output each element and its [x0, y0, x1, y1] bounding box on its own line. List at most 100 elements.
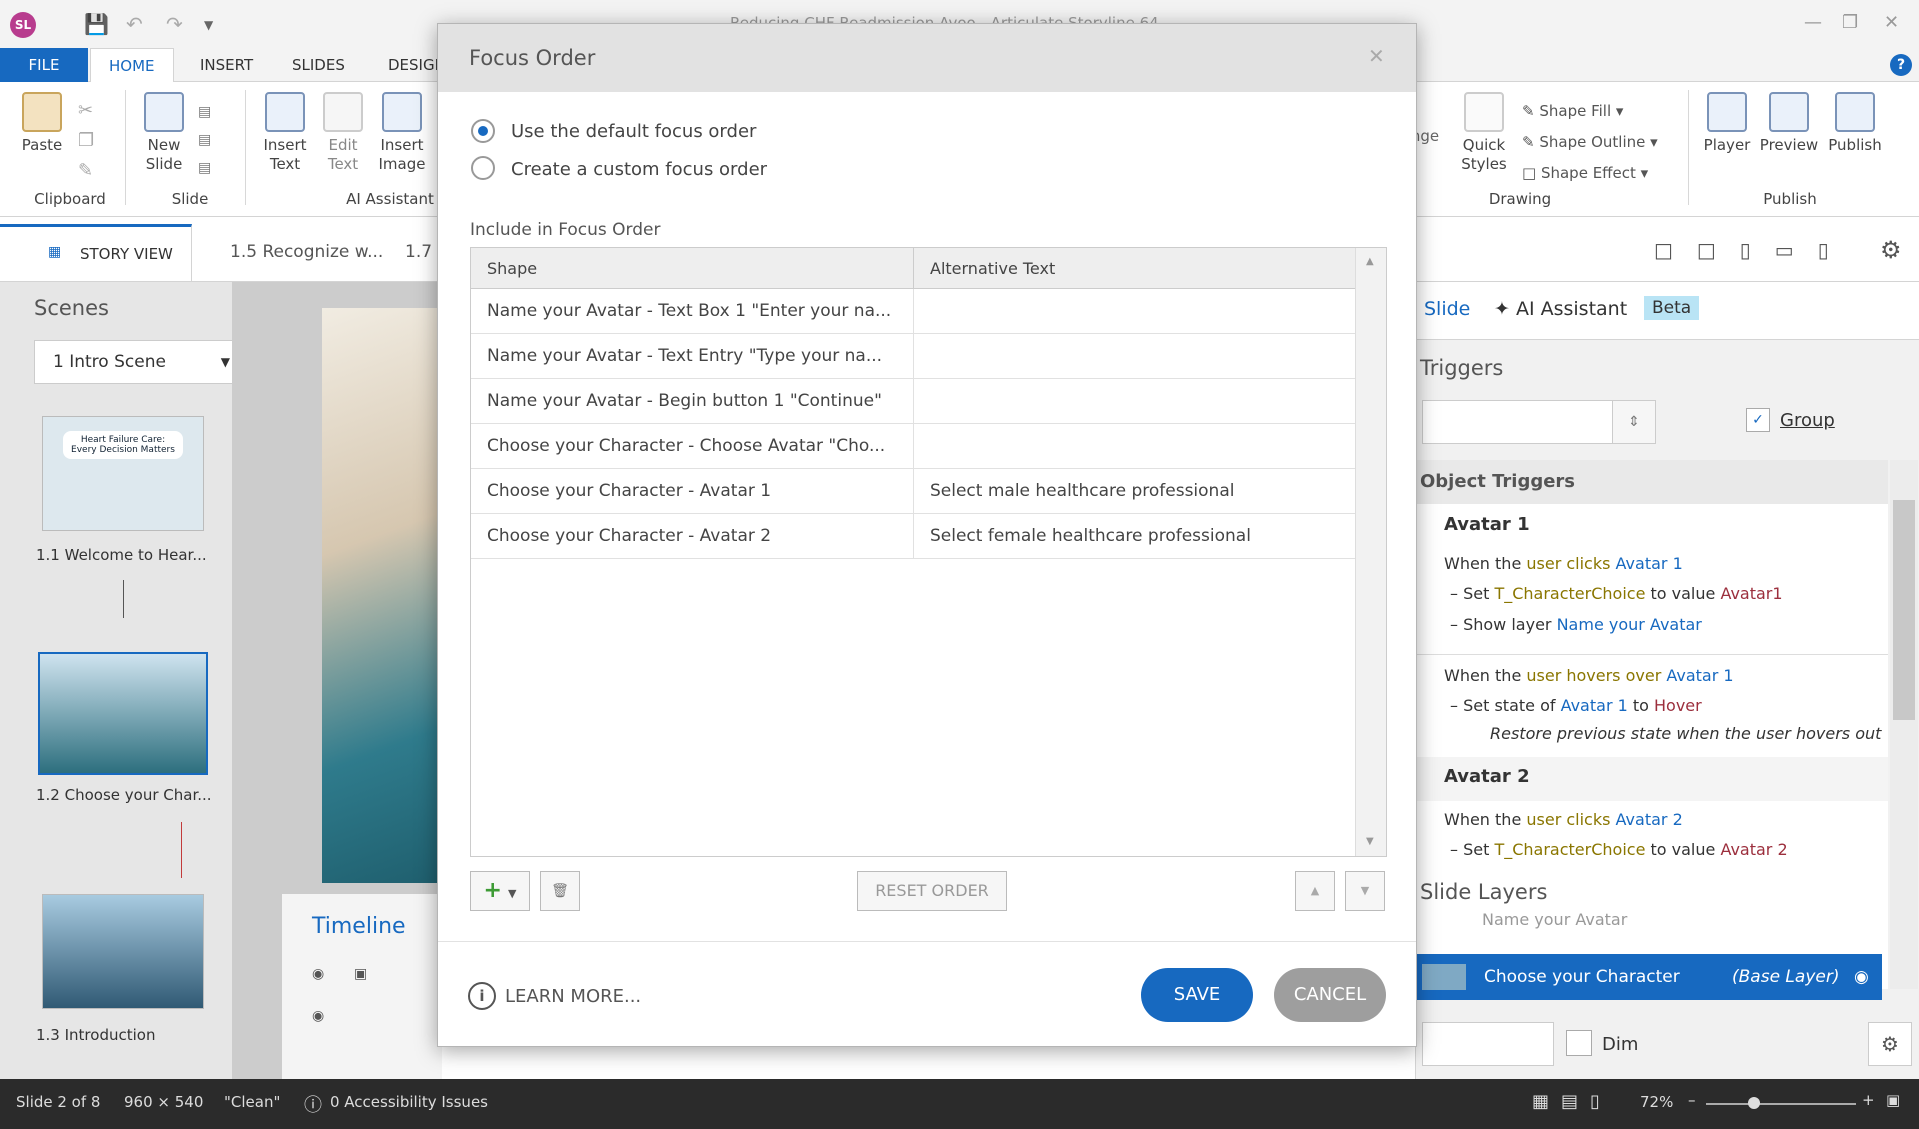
add-item-button[interactable]: + ▼ — [470, 871, 530, 911]
shape-effect-button[interactable]: □ Shape Effect ▾ — [1522, 158, 1658, 189]
fit-window-icon[interactable]: ▣ — [1886, 1091, 1900, 1109]
alt-text-cell[interactable]: Select female healthcare professional — [914, 514, 1355, 559]
slide-label[interactable]: 1.2 Choose your Char... — [36, 786, 212, 804]
tab-insert[interactable]: INSERT — [182, 48, 271, 82]
trigger-action[interactable]: – Show layer Name your Avatar — [1450, 615, 1702, 634]
custom-order-radio[interactable] — [471, 156, 495, 180]
breadcrumb-slide-1-5[interactable]: 1.5 Recognize w... — [230, 242, 383, 262]
group-checkbox[interactable]: ✓ — [1746, 408, 1770, 432]
table-row[interactable]: Name your Avatar - Text Box 1 "Enter you… — [471, 289, 1355, 334]
alt-text-cell[interactable] — [914, 334, 1355, 379]
save-button[interactable]: SAVE — [1141, 968, 1253, 1022]
trigger-group-avatar2[interactable]: Avatar 2 — [1444, 766, 1530, 787]
tab-home[interactable]: HOME — [90, 48, 174, 83]
accessibility-issues[interactable]: 0 Accessibility Issues — [330, 1093, 488, 1111]
table-row[interactable]: Name your Avatar - Text Entry "Type your… — [471, 334, 1355, 379]
alt-text-cell[interactable]: Select male healthcare professional — [914, 469, 1355, 514]
custom-order-label[interactable]: Create a custom focus order — [511, 159, 767, 180]
dim-checkbox[interactable] — [1566, 1030, 1592, 1056]
trash-icon[interactable]: 🗑 — [540, 871, 580, 911]
table-row[interactable]: Choose your Character - Choose Avatar "C… — [471, 424, 1355, 469]
trigger-item[interactable]: When the user clicks Avatar 1 — [1444, 554, 1683, 573]
view-mode-icons[interactable]: ▦▤▯ — [1532, 1091, 1612, 1112]
table-row[interactable]: Choose your Character - Avatar 1 Select m… — [471, 469, 1355, 514]
trigger-item[interactable]: When the user hovers over Avatar 1 — [1444, 666, 1734, 685]
slide-thumbnail-selected[interactable] — [38, 652, 208, 775]
layer-item[interactable]: Name your Avatar — [1422, 910, 1888, 932]
eye-icon[interactable]: ◉ — [1854, 954, 1869, 1000]
tab-file[interactable]: FILE — [0, 48, 88, 82]
device-preview-icons[interactable]: □□▯▭▯ — [1654, 238, 1853, 262]
triggers-scrollbar[interactable] — [1890, 460, 1918, 989]
eye-icon[interactable]: ◉ — [312, 966, 324, 982]
cut-copy-icons[interactable]: ✂ ❐ ✎ — [78, 96, 94, 186]
paste-button[interactable]: Paste — [12, 92, 72, 155]
table-scrollbar[interactable]: ▲ ▼ — [1355, 248, 1386, 856]
redo-icon[interactable]: ↷ — [166, 12, 183, 36]
slide-label[interactable]: 1.3 Introduction — [36, 1026, 155, 1044]
customize-qat-icon[interactable]: ▼ — [204, 18, 213, 32]
scrollbar-thumb[interactable] — [1893, 500, 1915, 720]
zoom-out-icon[interactable]: – — [1688, 1091, 1696, 1109]
edit-text-button[interactable]: Edit Text — [316, 92, 370, 174]
move-up-icon[interactable]: ▲ — [1295, 871, 1335, 911]
alt-text-cell[interactable] — [914, 289, 1355, 334]
zoom-slider-thumb[interactable] — [1748, 1097, 1760, 1109]
player-button[interactable]: Player — [1698, 92, 1756, 155]
tab-ai-assistant[interactable]: ✦ AI Assistant — [1494, 298, 1627, 320]
shape-fill-button[interactable]: ✎ Shape Fill ▾ — [1522, 96, 1658, 127]
scroll-up-icon[interactable]: ▲ — [1366, 256, 1374, 267]
slide-thumbnail[interactable] — [42, 894, 204, 1009]
trigger-item[interactable]: When the user clicks Avatar 2 — [1444, 810, 1683, 829]
column-header-alt-text[interactable]: Alternative Text — [914, 248, 1355, 289]
reset-order-button[interactable]: RESET ORDER — [857, 871, 1007, 911]
trigger-action[interactable]: – Set T_CharacterChoice to value Avatar … — [1450, 840, 1788, 859]
trigger-action[interactable]: – Set state of Avatar 1 to Hover — [1450, 696, 1702, 715]
table-row[interactable]: Choose your Character - Avatar 2 Select f… — [471, 514, 1355, 559]
trigger-action[interactable]: – Set T_CharacterChoice to value Avatar1 — [1450, 584, 1783, 603]
column-header-shape[interactable]: Shape — [471, 248, 914, 289]
timeline-title[interactable]: Timeline — [312, 914, 406, 939]
tab-slide[interactable]: Slide — [1424, 298, 1470, 320]
move-down-icon[interactable]: ▼ — [1345, 871, 1385, 911]
story-view-tab[interactable]: ▦ STORY VIEW — [0, 224, 192, 282]
gear-icon[interactable]: ⚙ — [1880, 236, 1902, 264]
help-icon[interactable]: ? — [1890, 54, 1912, 76]
insert-image-button[interactable]: Insert Image — [372, 92, 432, 174]
publish-button[interactable]: Publish — [1822, 92, 1888, 155]
slide-label[interactable]: 1.1 Welcome to Hear... — [36, 546, 207, 564]
zoom-slider[interactable] — [1706, 1103, 1856, 1105]
gear-icon[interactable]: ⚙ — [1868, 1022, 1912, 1066]
trigger-group-avatar1[interactable]: Avatar 1 — [1444, 514, 1530, 535]
object-triggers-header[interactable]: Object Triggers — [1416, 460, 1888, 504]
learn-more-link[interactable]: LEARN MORE... — [505, 986, 641, 1007]
close-icon[interactable]: ✕ — [1368, 44, 1385, 68]
move-trigger-icon[interactable]: ⇕ — [1612, 400, 1656, 444]
save-icon[interactable]: 💾 — [84, 12, 109, 36]
table-row[interactable]: Name your Avatar - Begin button 1 "Conti… — [471, 379, 1355, 424]
slide-layout-icons[interactable]: ▤ ▤ ▤ — [198, 98, 222, 182]
quick-styles-button[interactable]: Quick Styles — [1452, 92, 1516, 174]
insert-text-button[interactable]: Insert Text — [258, 92, 312, 174]
layer-toolbar[interactable] — [1422, 1022, 1554, 1066]
minimize-icon[interactable]: — — [1804, 12, 1822, 33]
tab-slides[interactable]: SLIDES — [274, 48, 363, 82]
slide-image[interactable] — [322, 308, 442, 883]
undo-icon[interactable]: ↶ — [126, 12, 143, 36]
shape-outline-button[interactable]: ✎ Shape Outline ▾ — [1522, 127, 1658, 158]
layer-item-selected[interactable]: Choose your Character (Base Layer) ◉ — [1416, 954, 1882, 1000]
preview-button[interactable]: Preview — [1756, 92, 1822, 155]
scene-select[interactable]: 1 Intro Scene ▼ — [34, 340, 247, 384]
close-window-icon[interactable]: ✕ — [1884, 12, 1899, 33]
scroll-down-icon[interactable]: ▼ — [1366, 836, 1374, 847]
default-order-label[interactable]: Use the default focus order — [511, 121, 756, 142]
restore-icon[interactable]: ❐ — [1842, 12, 1858, 33]
lock-icon[interactable]: ▣ — [354, 966, 367, 982]
new-slide-button[interactable]: New Slide — [134, 92, 194, 174]
alt-text-cell[interactable] — [914, 424, 1355, 469]
default-order-radio[interactable] — [471, 119, 495, 143]
eye-icon[interactable]: ◉ — [312, 1008, 324, 1024]
slide-thumbnail[interactable]: Heart Failure Care: Every Decision Matte… — [42, 416, 204, 531]
alt-text-cell[interactable] — [914, 379, 1355, 424]
zoom-in-icon[interactable]: + — [1862, 1091, 1875, 1109]
